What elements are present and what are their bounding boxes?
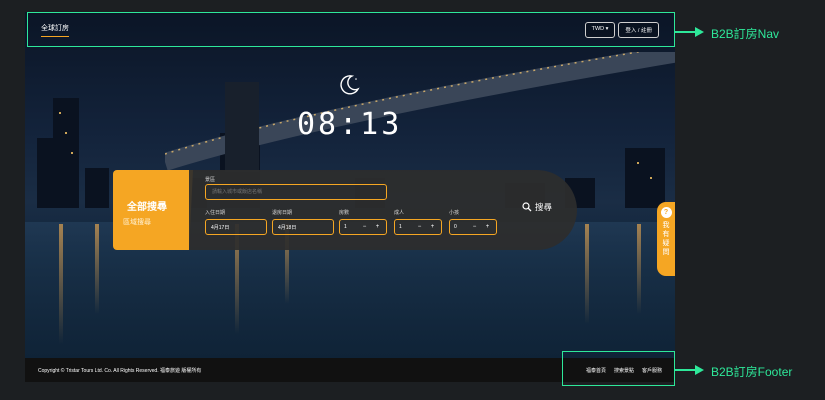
search-button[interactable]: 搜尋 xyxy=(522,201,552,213)
search-form: 景區 入住日期 4月17日 退房日期 4月18日 房數 1 − + 成人 1 − xyxy=(189,170,577,250)
children-stepper: 0 − + xyxy=(449,219,497,235)
adults-minus-button[interactable]: − xyxy=(415,224,424,230)
adults-value: 1 xyxy=(399,224,402,230)
rooms-value: 1 xyxy=(344,224,347,230)
footer-annotation-line xyxy=(675,369,695,371)
rooms-plus-button[interactable]: + xyxy=(373,224,382,230)
building xyxy=(85,168,109,208)
question-icon: ? xyxy=(660,207,672,218)
adults-stepper: 1 − + xyxy=(394,219,442,235)
moon-icon xyxy=(340,75,360,95)
app-frame: 全球訂房 TWD ▾ 登入 / 註冊 08:13 全部搜尋 區域搜尋 景區 入住… xyxy=(25,12,675,382)
adults-plus-button[interactable]: + xyxy=(428,224,437,230)
nav-annotation-label: B2B訂房Nav xyxy=(711,27,780,41)
bridge-illustration xyxy=(165,52,675,172)
light-reflection xyxy=(585,224,589,324)
checkin-label: 入住日期 xyxy=(205,210,226,216)
children-minus-button[interactable]: − xyxy=(470,224,479,230)
search-icon xyxy=(522,202,532,212)
help-tab-label: 我有疑問 xyxy=(662,222,670,256)
checkin-field[interactable]: 4月17日 xyxy=(205,219,267,235)
checkout-field[interactable]: 4月18日 xyxy=(272,219,334,235)
destination-input[interactable] xyxy=(205,184,387,200)
copyright-text: Copyright © Tristar Tours Ltd. Co. All R… xyxy=(38,367,202,374)
rooms-label: 房數 xyxy=(339,210,350,216)
rooms-minus-button[interactable]: − xyxy=(360,224,369,230)
adults-label: 成人 xyxy=(394,210,405,216)
search-button-label: 搜尋 xyxy=(535,202,553,212)
nav-annotation-box xyxy=(27,12,675,47)
nav-annotation-line xyxy=(675,31,695,33)
light-reflection xyxy=(637,224,641,314)
building xyxy=(37,138,55,208)
children-value: 0 xyxy=(454,224,457,230)
nav-annotation-arrow xyxy=(695,27,704,37)
rooms-stepper: 1 − + xyxy=(339,219,387,235)
light-reflection xyxy=(59,224,63,344)
tab-region-search[interactable]: 區域搜尋 xyxy=(123,217,151,227)
children-label: 小孩 xyxy=(449,210,460,216)
destination-label: 景區 xyxy=(205,177,216,183)
search-panel: 全部搜尋 區域搜尋 景區 入住日期 4月17日 退房日期 4月18日 房數 1 … xyxy=(113,170,577,250)
footer-annotation-arrow xyxy=(695,365,704,375)
tab-all-search[interactable]: 全部搜尋 xyxy=(127,198,167,213)
footer-annotation-label: B2B訂房Footer xyxy=(711,365,793,379)
building xyxy=(53,98,79,208)
help-tab[interactable]: ? 我有疑問 xyxy=(657,202,675,276)
clock-display: 08:13 xyxy=(297,107,403,142)
light-reflection xyxy=(95,224,99,314)
footer-annotation-box xyxy=(562,351,675,386)
checkout-label: 退房日期 xyxy=(272,210,293,216)
search-tabs: 全部搜尋 區域搜尋 xyxy=(113,170,193,250)
children-plus-button[interactable]: + xyxy=(483,224,492,230)
